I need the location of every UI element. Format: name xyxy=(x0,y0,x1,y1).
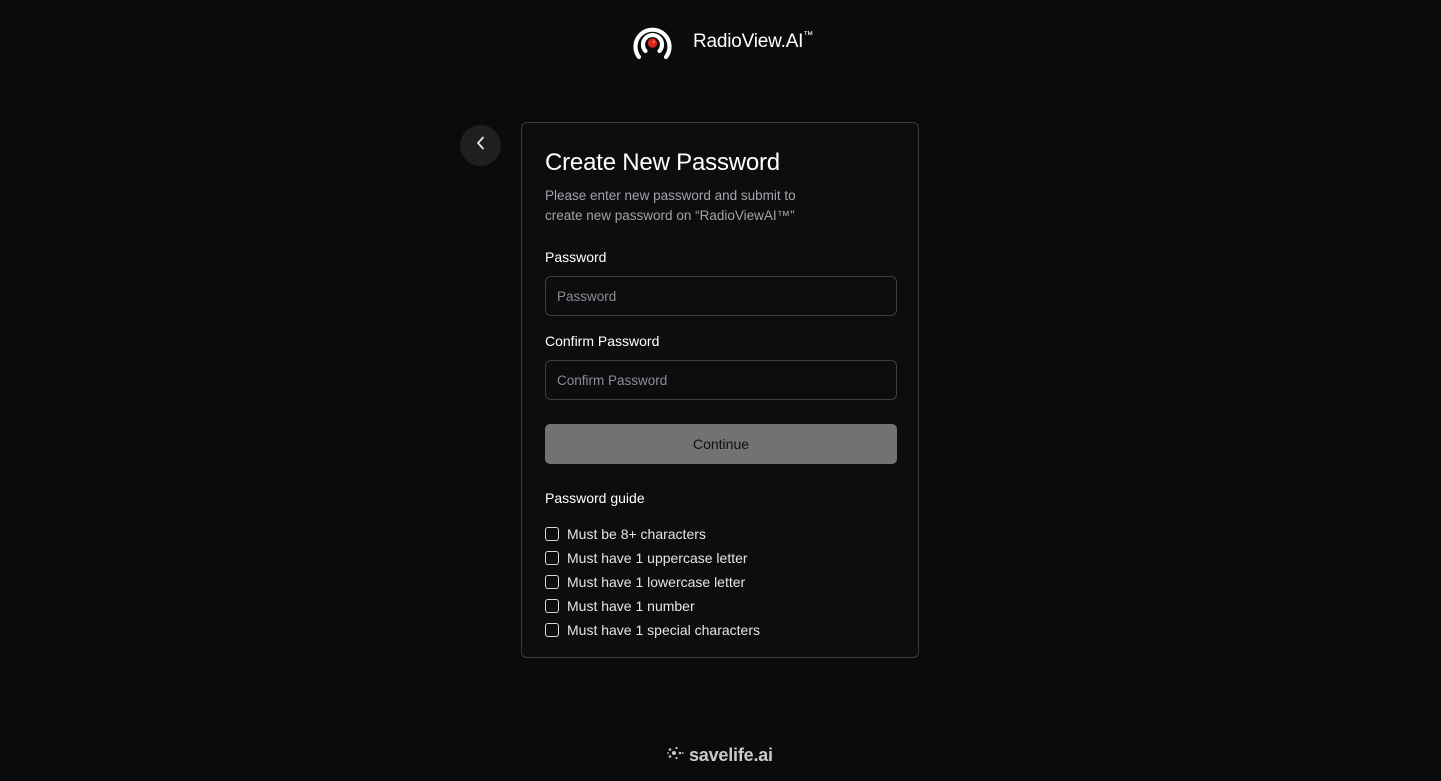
guide-checkbox[interactable] xyxy=(545,623,559,637)
chevron-left-icon xyxy=(475,136,487,155)
guide-item: Must have 1 number xyxy=(545,594,760,618)
continue-button[interactable]: Continue xyxy=(545,424,897,464)
back-button[interactable] xyxy=(460,125,501,166)
password-label: Password xyxy=(545,249,607,265)
password-guide-list: Must be 8+ characters Must have 1 upperc… xyxy=(545,522,760,642)
sparkle-dots-icon xyxy=(667,746,684,765)
create-password-card: Create New Password Please enter new pas… xyxy=(521,122,919,658)
create-password-page: RadioView.AI™ Create New Password Please… xyxy=(0,0,1441,781)
footer-brand-name: savelife.ai xyxy=(689,744,773,765)
confirm-password-label: Confirm Password xyxy=(545,333,660,349)
footer-brand: savelife.ai xyxy=(667,744,773,766)
page-subtitle: Please enter new password and submit to … xyxy=(545,188,796,223)
guide-checkbox[interactable] xyxy=(545,575,559,589)
guide-item: Must have 1 uppercase letter xyxy=(545,546,760,570)
password-field[interactable] xyxy=(545,276,897,316)
radio-signal-icon xyxy=(631,23,674,61)
page-title: Create New Password xyxy=(545,149,780,176)
guide-item: Must be 8+ characters xyxy=(545,522,760,546)
guide-checkbox[interactable] xyxy=(545,527,559,541)
password-guide-title: Password guide xyxy=(545,490,645,506)
guide-item: Must have 1 special characters xyxy=(545,618,760,642)
confirm-password-field[interactable] xyxy=(545,360,897,400)
guide-item: Must have 1 lowercase letter xyxy=(545,570,760,594)
brand-name: RadioView.AI™ xyxy=(693,29,814,52)
guide-checkbox[interactable] xyxy=(545,551,559,565)
brand-header: RadioView.AI™ xyxy=(631,23,813,61)
guide-checkbox[interactable] xyxy=(545,599,559,613)
